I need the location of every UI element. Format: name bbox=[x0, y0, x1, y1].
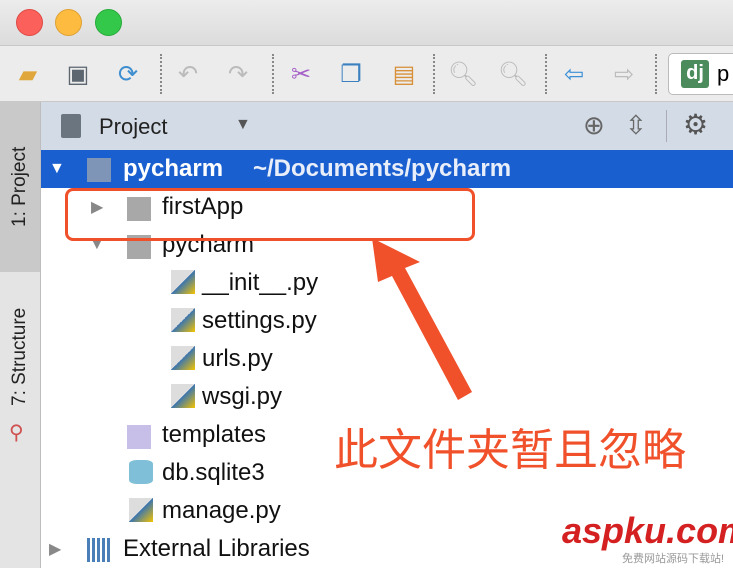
watermark-tagline: 免费网站源码下载站! bbox=[622, 553, 725, 565]
annotation-arrow bbox=[372, 238, 472, 400]
watermark: aspku.com 免费网站源码下载站! bbox=[562, 510, 733, 566]
watermark-logo: aspku.com bbox=[562, 510, 733, 551]
annotation-text: 此文件夹暂且忽略 bbox=[334, 425, 686, 476]
